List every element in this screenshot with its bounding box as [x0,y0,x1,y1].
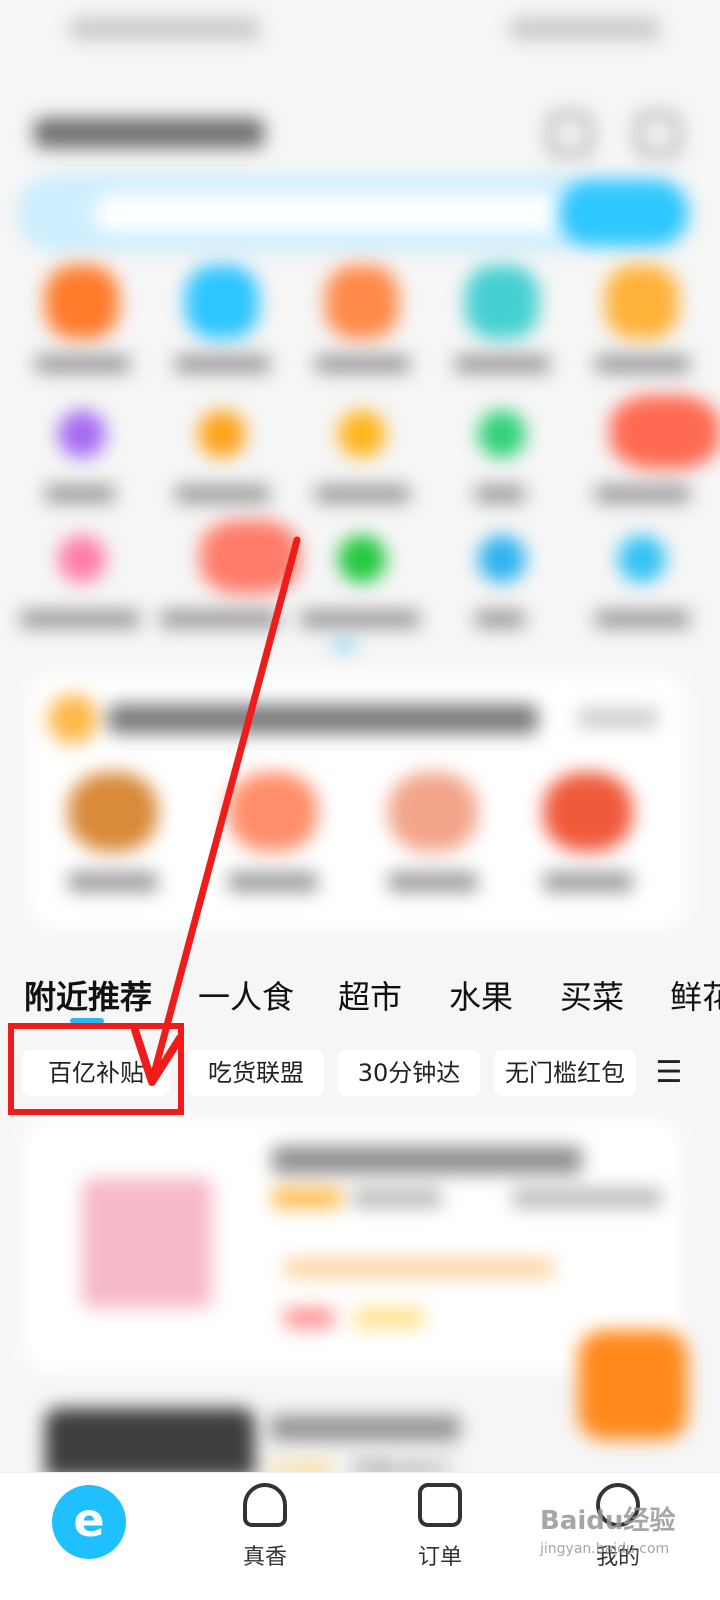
nav-zhenxiang[interactable]: 真香 [215,1483,315,1571]
promo-card[interactable] [28,672,688,930]
store-name [272,1146,582,1174]
status-indicators [510,18,660,40]
category-icon [338,535,386,583]
watermark-url: jingyan.baidu.com [540,1541,670,1557]
store-rating [272,1188,342,1208]
promo-item-image[interactable] [388,772,478,852]
tab-solo-meal[interactable]: 一人食 [198,972,294,1018]
eleme-logo-icon[interactable]: e [52,1485,126,1559]
food-icon [45,265,119,339]
promo-badge-icon [48,694,98,744]
tab-flowers[interactable]: 鲜花 [670,972,720,1018]
store-tag [284,1308,334,1328]
location-selector[interactable] [34,118,264,148]
promo-item-label [388,872,478,892]
food-icon [325,265,399,339]
grid-item[interactable] [150,385,290,510]
page-indicator [332,640,356,650]
food-icon [465,265,539,339]
floating-promo-button[interactable] [578,1330,688,1440]
promo-item-label [543,872,633,892]
promo-item-label [68,872,158,892]
scan-icon[interactable] [548,112,592,156]
hamburger-menu-icon[interactable]: ☰ [654,1054,684,1092]
store-card[interactable] [22,1118,682,1373]
tab-groceries[interactable]: 买菜 [560,972,624,1018]
order-doc-icon [418,1483,462,1527]
status-bar [0,0,720,60]
grid-item[interactable] [150,510,300,635]
store-sales [352,1188,442,1208]
store-image [82,1178,212,1308]
store-distance [512,1188,662,1208]
smiley-bubble-icon [243,1483,287,1527]
category-icon [478,535,526,583]
promo-item-label [228,872,318,892]
promo-more-link[interactable] [578,708,658,728]
store-tag [354,1308,424,1328]
grid-item[interactable] [10,510,150,635]
promo-item-image[interactable] [228,772,318,852]
message-icon[interactable] [636,112,680,156]
grid-item[interactable] [430,385,570,510]
category-icon [610,395,720,469]
grid-item[interactable] [570,385,720,510]
promo-item-image[interactable] [543,772,633,852]
grid-item[interactable] [290,385,430,510]
status-time [70,18,260,40]
store-image[interactable] [45,1408,255,1478]
grid-item[interactable] [290,510,430,635]
nav-orders[interactable]: 订单 [390,1483,490,1571]
category-icon [198,410,246,458]
search-bar[interactable] [20,178,690,248]
grid-item[interactable] [570,510,710,635]
grid-item[interactable] [10,255,150,380]
category-icon [58,535,106,583]
store-promo [284,1258,554,1278]
chip-no-threshold-coupon[interactable]: 无门槛红包 [494,1050,636,1096]
tab-fruit[interactable]: 水果 [449,972,513,1018]
food-icon [185,265,259,339]
annotation-highlight-box [8,1023,184,1115]
grid-item[interactable] [570,255,710,380]
search-input[interactable] [94,194,564,232]
promo-title [108,704,538,734]
category-icon [338,410,386,458]
tab-supermarket[interactable]: 超市 [338,972,402,1018]
nav-label: 订单 [417,1545,462,1570]
watermark-text: Baidu经验 [540,1506,676,1536]
promo-item-image[interactable] [68,772,158,852]
category-icon [58,410,106,458]
category-icon [618,535,666,583]
food-icon [605,265,679,339]
grid-item[interactable] [430,510,570,635]
chip-30min-delivery[interactable]: 30分钟达 [338,1050,480,1096]
grid-item[interactable] [150,255,290,380]
grid-item[interactable] [430,255,570,380]
grid-item[interactable] [290,255,430,380]
watermark: Baidu经验 jingyan.baidu.com [540,1500,710,1570]
category-icon [478,410,526,458]
category-icon [200,520,300,594]
search-button[interactable] [558,180,688,246]
app-header [0,100,720,170]
grid-item[interactable] [10,385,150,510]
chip-foodie-league[interactable]: 吃货联盟 [188,1050,324,1096]
category-tabs: 附近推荐 一人食 超市 水果 买菜 鲜花 [0,960,720,1020]
tab-nearby[interactable]: 附近推荐 [24,972,152,1018]
store-name [270,1415,460,1441]
nav-label: 真香 [242,1545,287,1570]
